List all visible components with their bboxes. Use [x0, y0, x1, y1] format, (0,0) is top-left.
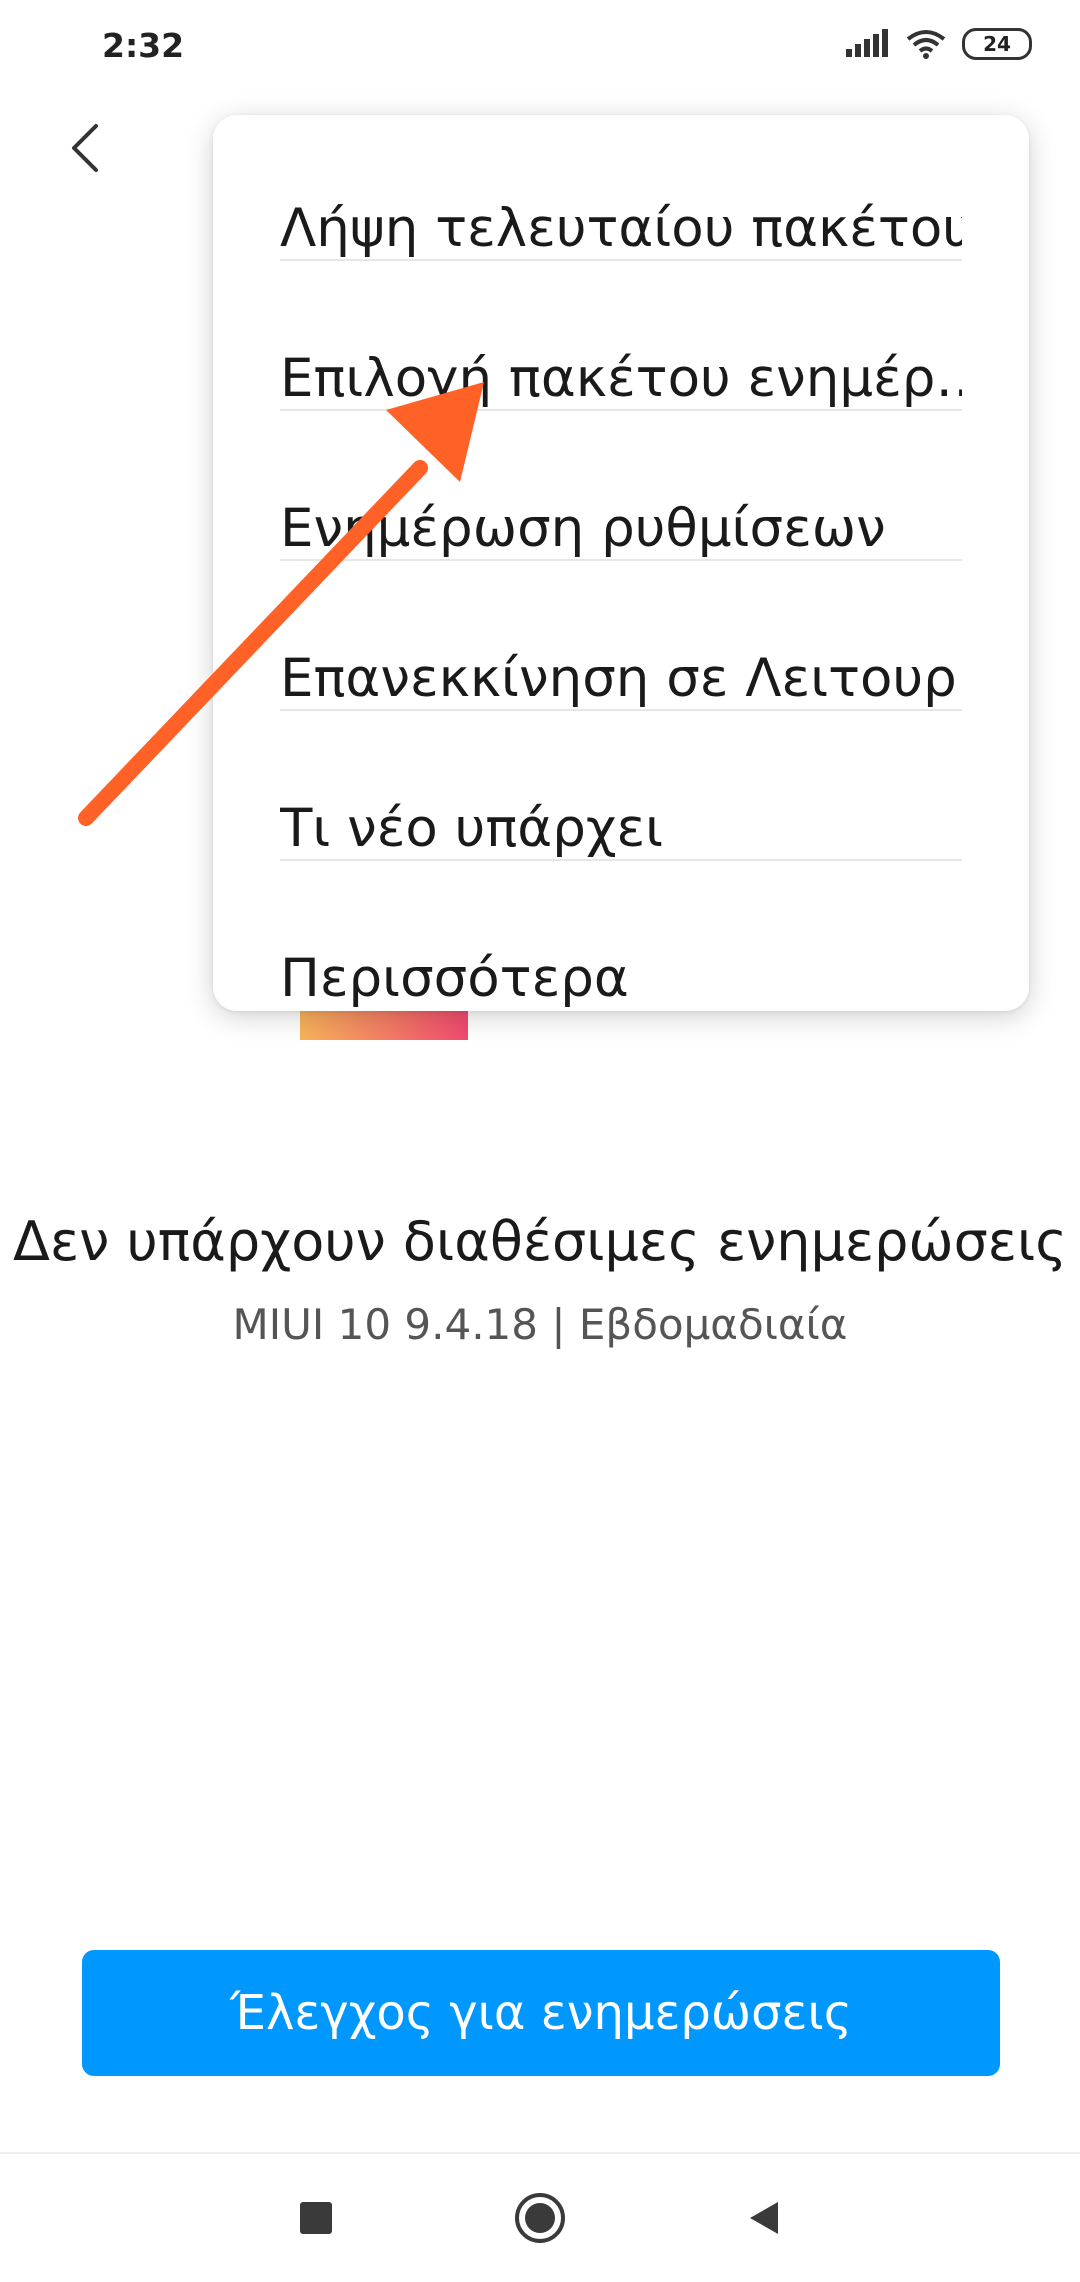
- menu-item-choose-update-package[interactable]: Επιλογή πακέτου ενημέρ…: [280, 303, 962, 453]
- no-updates-title: Δεν υπάρχουν διαθέσιμες ενημερώσεις: [13, 1210, 1067, 1273]
- menu-divider: [280, 709, 962, 711]
- home-button[interactable]: [504, 2182, 576, 2254]
- overflow-menu: Λήψη τελευταίου πακέτου Επιλογή πακέτου …: [213, 115, 1029, 1011]
- wifi-icon: [906, 30, 946, 59]
- status-time: 2:32: [102, 26, 185, 65]
- check-for-updates-button[interactable]: Έλεγχος για ενημερώσεις: [82, 1950, 1000, 2076]
- navigation-bar: [0, 2152, 1080, 2282]
- square-icon: [300, 2202, 332, 2234]
- recents-button[interactable]: [280, 2182, 352, 2254]
- battery-level: 24: [983, 32, 1011, 56]
- back-nav-button[interactable]: [728, 2182, 800, 2254]
- status-icons: 24: [846, 28, 1032, 60]
- back-arrow-icon[interactable]: [58, 118, 118, 178]
- menu-item-download-latest[interactable]: Λήψη τελευταίου πακέτου: [280, 153, 962, 303]
- menu-divider: [280, 409, 962, 411]
- menu-divider: [280, 259, 962, 261]
- back-triangle-icon: [750, 2202, 778, 2234]
- menu-item-whats-new[interactable]: Τι νέο υπάρχει: [280, 753, 962, 903]
- menu-item-more[interactable]: Περισσότερα: [280, 903, 962, 1053]
- version-text: MIUI 10 9.4.18 | Εβδομαδιαία: [232, 1300, 848, 1349]
- signal-icon: [846, 29, 888, 57]
- menu-divider: [280, 859, 962, 861]
- status-bar: 2:32 24: [0, 0, 1080, 96]
- menu-divider: [280, 559, 962, 561]
- menu-item-update-settings[interactable]: Ενημέρωση ρυθμίσεων: [280, 453, 962, 603]
- battery-icon: 24: [962, 28, 1032, 60]
- menu-item-reboot-mode[interactable]: Επανεκκίνηση σε Λειτουρ…: [280, 603, 962, 753]
- home-circle-icon: [515, 2193, 565, 2243]
